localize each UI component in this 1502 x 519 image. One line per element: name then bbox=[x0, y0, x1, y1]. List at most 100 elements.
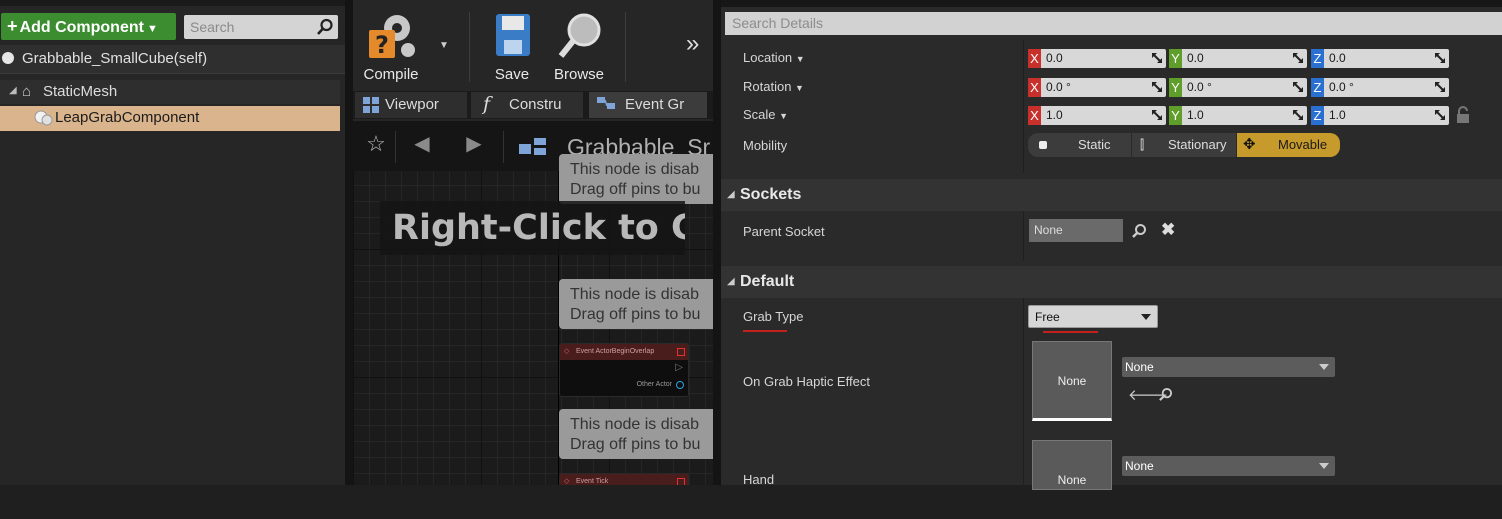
save-icon bbox=[496, 14, 530, 56]
save-button[interactable]: Save bbox=[489, 10, 535, 83]
haptic-asset-dropdown[interactable]: None bbox=[1122, 357, 1335, 377]
panel-top-strip bbox=[0, 0, 345, 6]
expand-arrow-icon[interactable]: ◢ bbox=[9, 85, 17, 96]
browse-button[interactable]: Browse bbox=[549, 10, 609, 83]
tree-item-label: StaticMesh bbox=[43, 83, 118, 100]
drag-handle-icon[interactable] bbox=[1292, 81, 1304, 93]
clear-x-icon[interactable]: ✖ bbox=[1161, 220, 1175, 240]
grab-type-label: Grab Type bbox=[743, 309, 804, 324]
event-graph-canvas[interactable]: ☆ ◀ ▶ Grabbable_Sr This node is disab Dr… bbox=[353, 121, 713, 485]
comment-line: This node is disab bbox=[570, 286, 699, 303]
axis-y-label: Y bbox=[1169, 78, 1182, 97]
rotation-label[interactable]: Rotation ▼ bbox=[743, 79, 804, 94]
favorite-star-icon[interactable]: ☆ bbox=[361, 131, 391, 161]
drag-handle-icon[interactable] bbox=[1434, 52, 1446, 64]
event-node[interactable]: Event ActorBeginOverlap ◇ ▷ Other Actor bbox=[559, 343, 689, 397]
drag-handle-icon[interactable] bbox=[1292, 52, 1304, 64]
tree-item-label: LeapGrabComponent bbox=[55, 109, 200, 126]
tree-item-staticmesh[interactable]: ◢ ⌂ StaticMesh bbox=[0, 80, 340, 104]
components-panel: + Add Component ▼ Search Grabbable_SmallCu… bbox=[0, 0, 345, 485]
drag-handle-icon[interactable] bbox=[1434, 81, 1446, 93]
parent-socket-label: Parent Socket bbox=[743, 224, 825, 239]
hand-asset-thumbnail[interactable]: None bbox=[1032, 440, 1112, 490]
search-icon[interactable] bbox=[1131, 223, 1147, 239]
details-top-strip bbox=[721, 0, 1502, 7]
component-search-input[interactable]: Search bbox=[184, 15, 338, 39]
browse-asset-search-icon[interactable] bbox=[1158, 387, 1173, 402]
haptic-effect-label: On Grab Haptic Effect bbox=[743, 374, 870, 389]
chevron-down-icon: ▼ bbox=[779, 111, 789, 121]
dropdown-caret-icon: ▼ bbox=[146, 23, 158, 35]
delegate-pin-icon[interactable] bbox=[677, 348, 685, 356]
sockets-section-header[interactable]: ◢ Sockets bbox=[721, 179, 1502, 211]
axis-x-label: X bbox=[1028, 106, 1041, 125]
chevron-down-icon: ▼ bbox=[795, 54, 805, 64]
scale-y-value[interactable]: 1.0 bbox=[1182, 106, 1307, 125]
delegate-pin-icon[interactable] bbox=[677, 478, 685, 485]
compile-icon: ? bbox=[369, 15, 415, 59]
browse-icon bbox=[558, 13, 601, 58]
default-section-header[interactable]: ◢ Default bbox=[721, 266, 1502, 298]
scale-x-value[interactable]: 1.0 bbox=[1041, 106, 1166, 125]
location-x-value[interactable]: 0.0 bbox=[1041, 49, 1166, 68]
comment-line: Drag off pins to bu bbox=[570, 306, 701, 323]
drag-handle-icon[interactable] bbox=[1292, 109, 1304, 121]
drag-handle-icon[interactable] bbox=[1151, 81, 1163, 93]
grab-type-dropdown[interactable]: Free bbox=[1028, 305, 1158, 328]
sphere-icon bbox=[2, 52, 14, 64]
disabled-node-comment: This node is disab Drag off pins to bu bbox=[559, 279, 713, 329]
graph-overview-icon[interactable] bbox=[519, 136, 549, 158]
mobility-movable-option[interactable]: ✥ Movable bbox=[1237, 133, 1340, 157]
compile-button[interactable]: ? Compile bbox=[361, 10, 421, 83]
thumbnail-label: None bbox=[1057, 374, 1087, 388]
rotation-z-value[interactable]: 0.0 ° bbox=[1324, 78, 1449, 97]
back-arrow-icon[interactable]: ◀ bbox=[407, 131, 437, 161]
haptic-asset-thumbnail[interactable]: None bbox=[1032, 341, 1112, 421]
location-y-value[interactable]: 0.0 bbox=[1182, 49, 1307, 68]
panel-splitter[interactable] bbox=[345, 0, 353, 485]
chevron-down-icon: ▼ bbox=[795, 83, 804, 93]
object-pin-icon[interactable] bbox=[676, 381, 684, 389]
add-component-button[interactable]: + Add Component ▼ bbox=[1, 13, 176, 40]
static-mesh-icon: ⌂ bbox=[22, 83, 32, 100]
scale-label[interactable]: Scale ▼ bbox=[743, 107, 788, 122]
lock-icon[interactable] bbox=[1456, 106, 1470, 124]
exec-pin-icon[interactable]: ▷ bbox=[675, 362, 683, 373]
chevron-down-icon bbox=[1319, 463, 1329, 469]
forward-arrow-icon[interactable]: ▶ bbox=[459, 131, 489, 161]
mobility-static-option[interactable]: Static bbox=[1028, 133, 1131, 157]
right-click-hint: Right-Click to Cre bbox=[380, 201, 685, 255]
tree-item-leapgrabcomponent[interactable]: LeapGrabComponent bbox=[0, 106, 340, 131]
parent-socket-field[interactable]: None bbox=[1029, 219, 1123, 242]
search-details-input[interactable]: Search Details bbox=[725, 12, 1502, 35]
axis-z-label: Z bbox=[1311, 106, 1324, 125]
tab-label: Viewpor bbox=[385, 96, 439, 113]
chevron-down-icon bbox=[1141, 314, 1151, 320]
toolbar-overflow-icon[interactable]: » bbox=[686, 30, 699, 58]
collapse-arrow-icon: ◢ bbox=[727, 189, 735, 200]
location-label-text: Location bbox=[743, 50, 793, 65]
compile-options-caret-icon[interactable]: ▼ bbox=[439, 40, 449, 51]
axis-z-label: Z bbox=[1311, 78, 1324, 97]
save-label: Save bbox=[494, 66, 530, 83]
mobility-stationary-option[interactable]: ⫿ Stationary bbox=[1132, 133, 1236, 157]
stationary-icon: ⫿ bbox=[1140, 137, 1145, 152]
axis-y-label: Y bbox=[1169, 106, 1182, 125]
drag-handle-icon[interactable] bbox=[1151, 52, 1163, 64]
rotation-x-value[interactable]: 0.0 ° bbox=[1041, 78, 1166, 97]
value-text: 0.0 ° bbox=[1187, 80, 1212, 94]
value-text: 1.0 bbox=[1046, 108, 1063, 122]
location-label[interactable]: Location ▼ bbox=[743, 50, 805, 65]
scale-z-value[interactable]: 1.0 bbox=[1324, 106, 1449, 125]
drag-handle-icon[interactable] bbox=[1434, 109, 1446, 121]
rotation-y-value[interactable]: 0.0 ° bbox=[1182, 78, 1307, 97]
panel-splitter[interactable] bbox=[713, 0, 721, 485]
event-node[interactable]: Event Tick ◇ bbox=[559, 473, 689, 485]
value-text: 1.0 bbox=[1187, 108, 1204, 122]
hand-asset-dropdown[interactable]: None bbox=[1122, 456, 1335, 476]
search-icon bbox=[317, 18, 333, 35]
self-component-row[interactable]: Grabbable_SmallCube(self) bbox=[0, 45, 345, 74]
blueprint-editor-panel: ? Compile ▼ Save Browse » Viewpor Constr… bbox=[353, 0, 713, 485]
drag-handle-icon[interactable] bbox=[1151, 109, 1163, 121]
location-z-value[interactable]: 0.0 bbox=[1324, 49, 1449, 68]
